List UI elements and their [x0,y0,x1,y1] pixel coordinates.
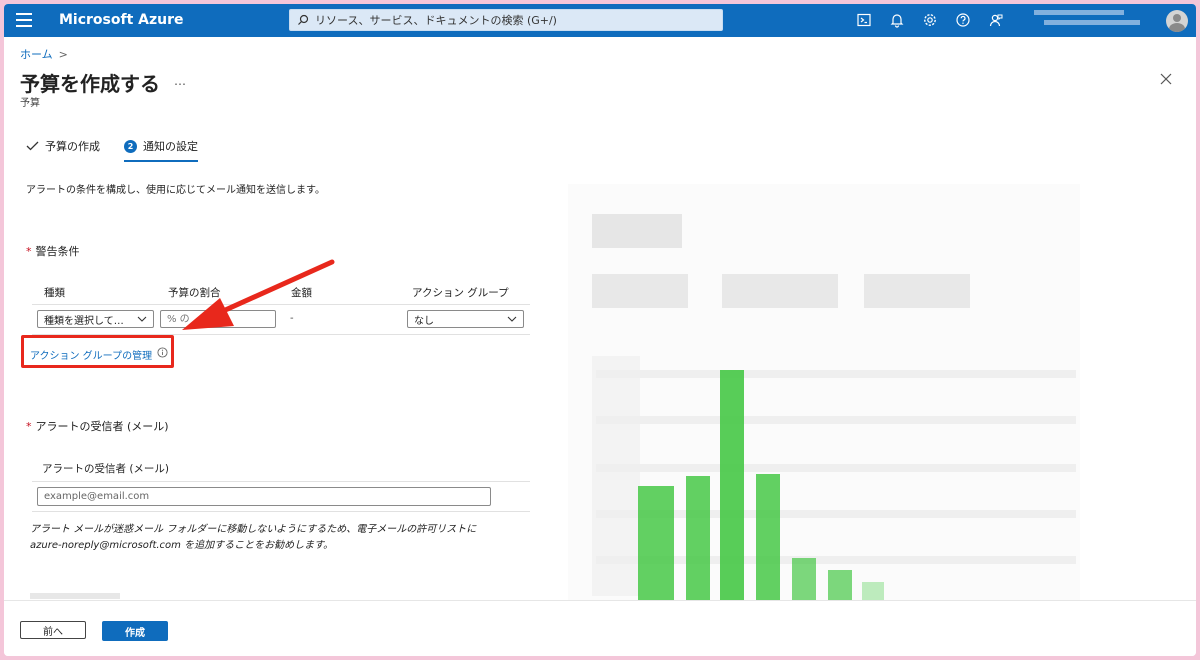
tab-notification-settings[interactable]: 2 通知の設定 [124,138,198,162]
create-button[interactable]: 作成 [102,621,168,641]
budget-preview-panel [568,184,1080,604]
previous-button[interactable]: 前へ [20,621,86,639]
avatar[interactable] [1166,10,1188,32]
info-icon[interactable] [157,347,168,358]
tab-create-budget[interactable]: 予算の作成 [26,138,100,154]
action-group-select[interactable]: なし [407,310,524,328]
gear-icon[interactable] [922,12,938,28]
chevron-down-icon [137,316,147,322]
email-field[interactable] [37,487,491,506]
action-group-select-value: なし [414,315,434,327]
page-subtitle: 予算 [20,98,40,109]
step-number-badge: 2 [124,139,137,153]
required-mark: * [26,245,32,258]
tab-notification-settings-label: 通知の設定 [143,140,198,153]
column-header-type: 種類 [44,287,65,299]
type-select[interactable]: 種類を選択して… [37,310,154,328]
recipients-column-header: アラートの受信者 (メール) [42,463,170,475]
recipients-heading: * アラートの受信者 (メール) [26,418,169,434]
cloud-shell-icon[interactable] [856,12,872,28]
check-icon [26,141,39,151]
help-icon[interactable] [955,12,971,28]
bell-icon[interactable] [889,12,905,28]
manage-action-groups-link[interactable]: アクション グループの管理 [30,347,152,362]
search-icon [298,14,309,25]
feedback-icon[interactable] [988,12,1004,28]
breadcrumb-home[interactable]: ホーム [20,48,53,61]
annotation-arrow-icon [182,259,335,330]
alert-conditions-title: 警告条件 [35,245,80,258]
top-bar: Microsoft Azure リソース、サービス、ドキュメントの検索 (G+/… [4,4,1196,37]
search-placeholder: リソース、サービス、ドキュメントの検索 (G+/) [315,14,557,27]
menu-icon[interactable] [16,13,32,27]
page-title: 予算を作成する [20,72,160,96]
global-search[interactable]: リソース、サービス、ドキュメントの検索 (G+/) [289,9,723,31]
chevron-down-icon [507,316,517,322]
allowlist-note: アラート メールが迷惑メール フォルダーに移動しないようにするため、電子メールの… [30,524,477,551]
brand-title[interactable]: Microsoft Azure [59,12,184,28]
account-info[interactable] [1034,10,1140,32]
required-mark: * [26,420,32,433]
budget-bars-preview [638,370,884,604]
close-icon[interactable] [1159,72,1173,86]
recipients-title: アラートの受信者 (メール) [35,420,169,433]
footer-bar: 前へ 作成 [4,600,1196,656]
type-select-value: 種類を選択して… [44,315,124,327]
tab-create-budget-label: 予算の作成 [45,140,100,153]
section-description: アラートの条件を構成し、使用に応じてメール通知を送信します。 [26,185,325,196]
column-header-action-group: アクション グループ [412,287,509,299]
table-divider [32,481,530,482]
breadcrumb[interactable]: ホーム > [20,46,68,62]
app-frame: Microsoft Azure リソース、サービス、ドキュメントの検索 (G+/… [4,4,1196,656]
alert-conditions-heading: * 警告条件 [26,243,80,259]
more-options-button[interactable]: … [174,74,186,88]
table-divider [32,511,530,512]
next-section-cutoff [30,593,120,599]
breadcrumb-separator: > [58,48,68,61]
